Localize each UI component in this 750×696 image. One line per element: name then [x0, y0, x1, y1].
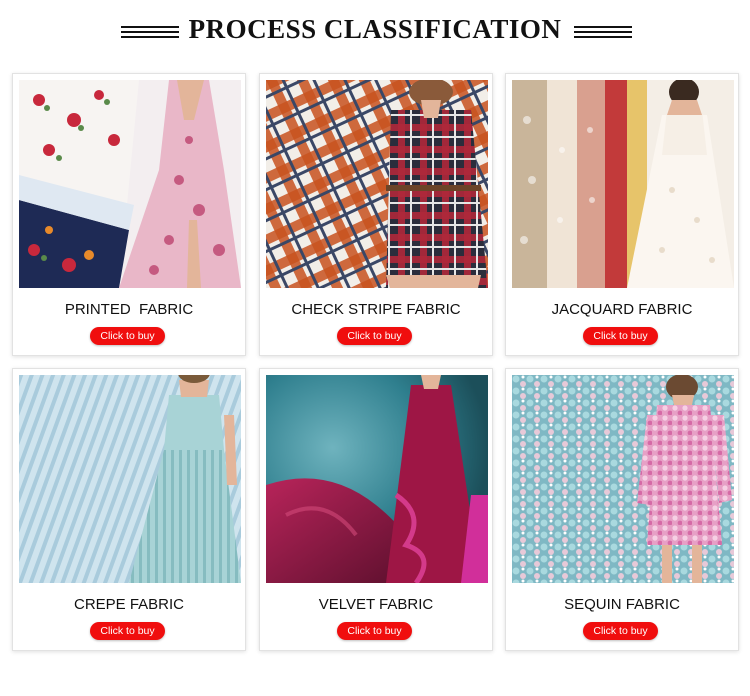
click-to-buy-button[interactable]: Click to buy: [337, 622, 412, 640]
click-to-buy-button[interactable]: Click to buy: [90, 327, 165, 345]
section-header: PROCESS CLASSIFICATION: [0, 0, 750, 64]
plaid-dress-image: [266, 80, 488, 288]
product-image[interactable]: [19, 80, 241, 288]
sequin-dress-image: [512, 375, 734, 583]
product-image[interactable]: [512, 375, 734, 583]
card-label: CHECK STRIPE FABRIC: [291, 301, 461, 318]
card-label: SEQUIN FABRIC: [564, 596, 680, 613]
click-to-buy-button[interactable]: Click to buy: [90, 622, 165, 640]
card-label: CREPE FABRIC: [73, 596, 185, 613]
card-label: VELVET FABRIC: [318, 596, 434, 613]
product-card-check-stripe[interactable]: CHECK STRIPE FABRIC Click to buy: [259, 73, 493, 356]
product-card-printed[interactable]: PRINTED FABRIC Click to buy: [12, 73, 246, 356]
floral-dress-image: [19, 80, 241, 288]
product-card-crepe[interactable]: CREPE FABRIC Click to buy: [12, 368, 246, 651]
velvet-dress-image: [266, 375, 488, 583]
pleated-dress-image: [19, 375, 241, 583]
page-title: PROCESS CLASSIFICATION: [188, 14, 562, 44]
click-to-buy-button[interactable]: Click to buy: [583, 622, 658, 640]
product-card-velvet[interactable]: VELVET FABRIC Click to buy: [259, 368, 493, 651]
card-label: JACQUARD FABRIC: [551, 301, 693, 318]
decorative-lines-right: [574, 26, 632, 38]
jacquard-gown-image: [512, 80, 734, 288]
product-card-jacquard[interactable]: JACQUARD FABRIC Click to buy: [505, 73, 739, 356]
product-image[interactable]: [266, 375, 488, 583]
click-to-buy-button[interactable]: Click to buy: [337, 327, 412, 345]
product-image[interactable]: [19, 375, 241, 583]
click-to-buy-button[interactable]: Click to buy: [583, 327, 658, 345]
product-image[interactable]: [266, 80, 488, 288]
product-image[interactable]: [512, 80, 734, 288]
card-label: PRINTED FABRIC: [64, 301, 194, 318]
product-card-sequin[interactable]: SEQUIN FABRIC Click to buy: [505, 368, 739, 651]
